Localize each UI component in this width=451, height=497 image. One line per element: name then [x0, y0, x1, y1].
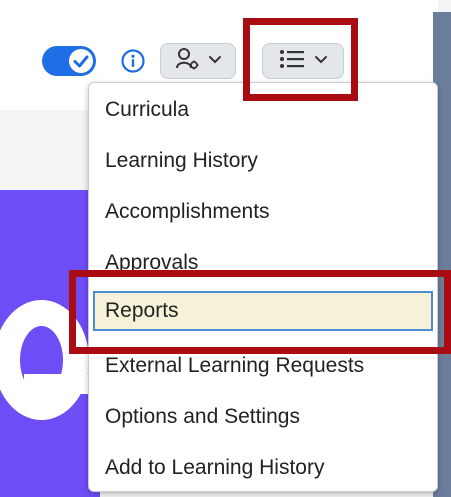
menu-item-label: Learning History — [105, 149, 258, 172]
menu-item-label: External Learning Requests — [105, 354, 365, 377]
check-icon — [69, 49, 93, 73]
menu-item-options-and-settings[interactable]: Options and Settings — [90, 394, 436, 440]
menu-item-reports[interactable]: Reports — [93, 291, 433, 331]
info-icon[interactable] — [120, 48, 146, 74]
toggle-switch[interactable] — [42, 46, 96, 76]
banner-panel — [0, 190, 100, 497]
menu-item-curricula[interactable]: Curricula — [90, 87, 436, 133]
menu-item-label: Reports — [105, 299, 179, 322]
people-menu-button[interactable] — [160, 43, 236, 79]
banner-letter-graphic — [0, 300, 89, 420]
list-icon — [278, 47, 306, 76]
menu-item-label: Approvals — [105, 251, 199, 274]
menu-item-label: Curricula — [105, 98, 190, 121]
menu-item-label: Options and Settings — [105, 405, 300, 428]
people-settings-icon — [174, 46, 200, 77]
chevron-down-icon — [314, 52, 328, 70]
chevron-down-icon — [208, 52, 222, 70]
menu-item-external-learning-requests[interactable]: External Learning Requests — [90, 343, 436, 389]
menu-item-approvals[interactable]: Approvals — [90, 240, 436, 286]
menu-item-label: Accomplishments — [105, 200, 270, 223]
menu-item-accomplishments[interactable]: Accomplishments — [90, 189, 436, 235]
navigation-list-button[interactable] — [262, 43, 344, 79]
menu-item-learning-history[interactable]: Learning History — [90, 138, 436, 184]
menu-item-label: Add to Learning History — [105, 456, 325, 479]
menu-item-add-to-learning-history[interactable]: Add to Learning History — [90, 445, 436, 491]
navigation-dropdown-menu: Curricula Learning History Accomplishmen… — [88, 82, 438, 492]
